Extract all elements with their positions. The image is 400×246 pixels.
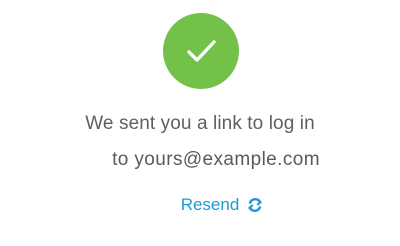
login-link-sent-screen: We sent you a link to log in to yours@ex… [0, 0, 400, 246]
checkmark-icon [181, 31, 221, 71]
resend-label[interactable]: Resend [181, 194, 240, 216]
confirmation-message: We sent you a link to log in [85, 113, 315, 134]
resend-link[interactable]: Resend [0, 194, 400, 216]
refresh-icon[interactable] [247, 197, 263, 213]
confirmation-email: to yours@example.com [112, 149, 320, 170]
success-badge [163, 13, 239, 89]
